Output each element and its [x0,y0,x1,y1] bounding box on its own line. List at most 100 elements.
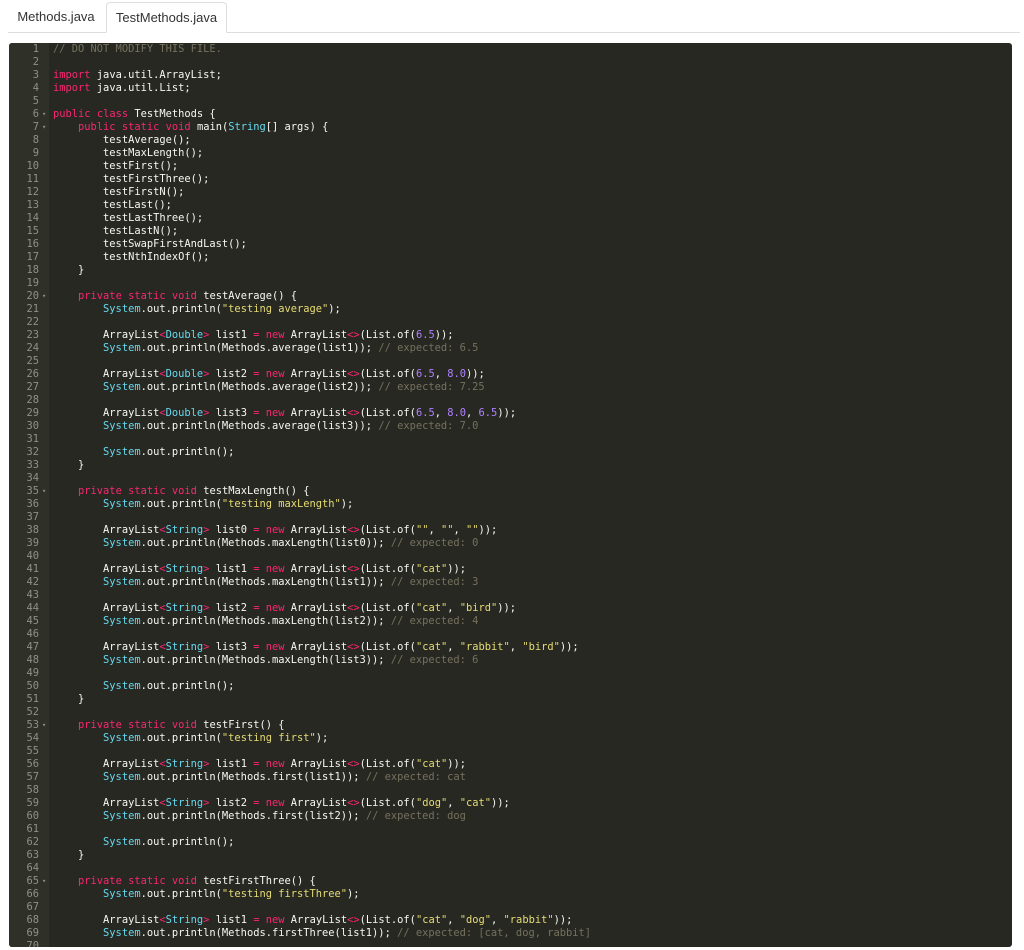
code-text: System.out.println(Methods.maxLength(lis… [103,615,479,627]
line-number: 5 [32,95,39,107]
line-number: 68 [26,914,39,926]
fold-arrow-icon[interactable]: ▾ [42,875,46,888]
file-tab-bar: Methods.java TestMethods.java [8,0,1020,33]
code-line: 2 [9,56,1012,69]
code-text: ArrayList<String> list0 = new ArrayList<… [53,524,498,536]
line-number: 38 [26,524,39,536]
line-number: 13 [26,199,39,211]
code-line: 8 testAverage(); [9,134,1012,147]
line-number: 3 [32,69,39,81]
code-line: 30 System.out.println(Methods.average(li… [9,420,1012,433]
fold-arrow-icon[interactable]: ▾ [42,121,46,134]
code-line: 58 [9,784,1012,797]
line-number: 67 [26,901,39,913]
code-line: 9 testMaxLength(); [9,147,1012,160]
line-number: 51 [26,693,39,705]
code-line: 66 System.out.println("testing firstThre… [9,888,1012,901]
code-line: 65 ▾ private static void testFirstThree()… [9,875,1012,888]
line-number: 49 [26,667,39,679]
line-number: 40 [26,550,39,562]
code-line: 16 testSwapFirstAndLast(); [9,238,1012,251]
code-line: 44 ArrayList<String> list2 = new ArrayLi… [9,602,1012,615]
line-number: 42 [26,576,39,588]
code-text: testLast(); [53,199,172,211]
code-line: 7 ▾ public static void main(String[] args… [9,121,1012,134]
line-number: 53 [26,719,39,731]
code-line: 15 testLastN(); [9,225,1012,238]
line-number: 25 [26,355,39,367]
line-number: 65 [26,875,39,887]
line-number: 47 [26,641,39,653]
line-number: 64 [26,862,39,874]
line-number: 28 [26,394,39,406]
line-number: 46 [26,628,39,640]
code-text: testMaxLength(); [53,147,204,159]
line-number: 21 [26,303,39,315]
line-number: 15 [26,225,39,237]
code-text: System.out.println(); [103,446,235,458]
code-line: 10 testFirst(); [9,160,1012,173]
code-line: 40 [9,550,1012,563]
code-editor[interactable]: 1 // DO NOT MODIFY THIS FILE. 2 3 import jav… [9,43,1012,947]
code-text: public static void main(String[] args) { [78,121,329,133]
line-number: 70 [26,940,39,947]
line-number: 44 [26,602,39,614]
code-text: // DO NOT MODIFY THIS FILE. [53,43,222,55]
tab-testmethods-java[interactable]: TestMethods.java [106,2,227,33]
line-number: 16 [26,238,39,250]
code-line: 38 ArrayList<String> list0 = new ArrayLi… [9,524,1012,537]
line-number: 69 [26,927,39,939]
code-line: 36 System.out.println("testing maxLength… [9,498,1012,511]
code-text: } [53,849,85,861]
line-number: 12 [26,186,39,198]
code-line: 70 [9,940,1012,947]
code-text: testLastThree(); [53,212,204,224]
line-number: 37 [26,511,39,523]
code-line: 60 System.out.println(Methods.first(list… [9,810,1012,823]
code-line: 46 [9,628,1012,641]
line-number: 27 [26,381,39,393]
code-line: 22 [9,316,1012,329]
code-line: 11 testFirstThree(); [9,173,1012,186]
code-line: 32 System.out.println(); [9,446,1012,459]
code-text: ArrayList<String> list3 = new ArrayList<… [53,641,579,653]
code-text: private static void testMaxLength() { [78,485,310,497]
tab-methods-java[interactable]: Methods.java [10,2,102,31]
code-lines: 1 // DO NOT MODIFY THIS FILE. 2 3 import jav… [9,43,1012,947]
code-text: private static void testFirstThree() { [78,875,316,887]
code-text: ArrayList<String> list1 = new ArrayList<… [53,758,467,770]
code-text: System.out.println(Methods.average(list1… [103,342,479,354]
code-line: 27 System.out.println(Methods.average(li… [9,381,1012,394]
line-number: 60 [26,810,39,822]
code-text: ArrayList<String> list1 = new ArrayList<… [53,914,573,926]
code-text: System.out.println(); [103,680,235,692]
code-line: 68 ArrayList<String> list1 = new ArrayLi… [9,914,1012,927]
code-text: System.out.println("testing average"); [103,303,341,315]
line-number: 4 [32,82,39,94]
line-number: 62 [26,836,39,848]
fold-arrow-icon[interactable]: ▾ [42,290,46,303]
code-line: 52 [9,706,1012,719]
code-line: 51 } [9,693,1012,706]
code-text: } [53,459,85,471]
code-line: 53 ▾ private static void testFirst() { [9,719,1012,732]
line-number: 19 [26,277,39,289]
line-number: 52 [26,706,39,718]
code-text: System.out.println(Methods.average(list2… [103,381,485,393]
code-line: 18 } [9,264,1012,277]
code-line: 59 ArrayList<String> list2 = new ArrayLi… [9,797,1012,810]
fold-arrow-icon[interactable]: ▾ [42,485,46,498]
line-number: 45 [26,615,39,627]
code-text: System.out.println(Methods.average(list3… [103,420,479,432]
line-number: 34 [26,472,39,484]
code-line: 49 [9,667,1012,680]
code-text: ArrayList<Double> list1 = new ArrayList<… [53,329,454,341]
fold-arrow-icon[interactable]: ▾ [42,719,46,732]
fold-arrow-icon[interactable]: ▾ [42,108,46,121]
line-number: 48 [26,654,39,666]
code-line: 6 ▾ public class TestMethods { [9,108,1012,121]
line-number: 66 [26,888,39,900]
code-text: System.out.println("testing first"); [103,732,329,744]
code-text: ArrayList<String> list2 = new ArrayList<… [53,602,517,614]
code-line: 39 System.out.println(Methods.maxLength(… [9,537,1012,550]
